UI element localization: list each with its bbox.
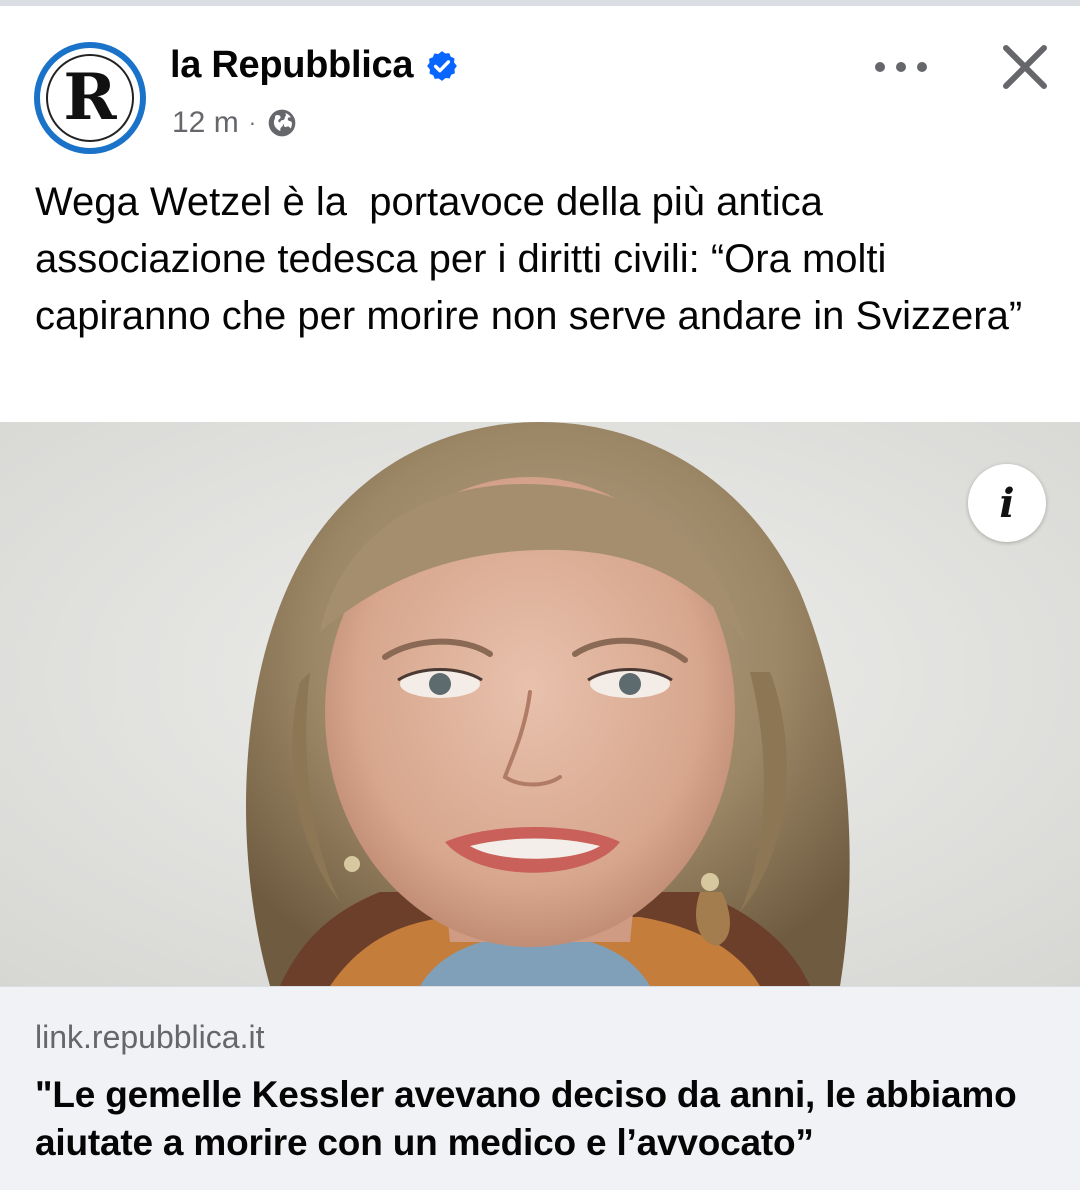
link-preview-card[interactable]: link.repubblica.it "Le gemelle Kessler a… xyxy=(0,986,1080,1190)
verified-badge-icon xyxy=(427,50,458,81)
post-meta: 12 m · xyxy=(172,106,298,140)
post-photo[interactable] xyxy=(0,422,1080,986)
info-button[interactable]: i xyxy=(968,464,1046,542)
globe-icon xyxy=(268,109,296,137)
facebook-post: R la Repubblica 12 m · Wega Wetzel è la … xyxy=(0,6,1080,1190)
page-name-link[interactable]: la Repubblica xyxy=(170,44,413,87)
hide-post-button[interactable] xyxy=(990,32,1060,102)
page-avatar[interactable]: R xyxy=(34,42,146,154)
info-icon: i xyxy=(999,479,1015,527)
post-caption: Wega Wetzel è la portavoce della più ant… xyxy=(35,180,1023,338)
link-domain: link.repubblica.it xyxy=(35,1019,265,1055)
close-icon xyxy=(1003,45,1047,89)
avatar-logo: R xyxy=(46,54,134,142)
meta-separator: · xyxy=(248,110,257,135)
more-options-button[interactable] xyxy=(862,40,940,94)
post-timestamp[interactable]: 12 m xyxy=(172,106,239,140)
page-name-row: la Repubblica xyxy=(170,44,459,87)
link-title: "Le gemelle Kessler avevano deciso da an… xyxy=(35,1074,1017,1163)
portrait-image xyxy=(0,422,1080,986)
more-horizontal-icon xyxy=(875,62,927,72)
